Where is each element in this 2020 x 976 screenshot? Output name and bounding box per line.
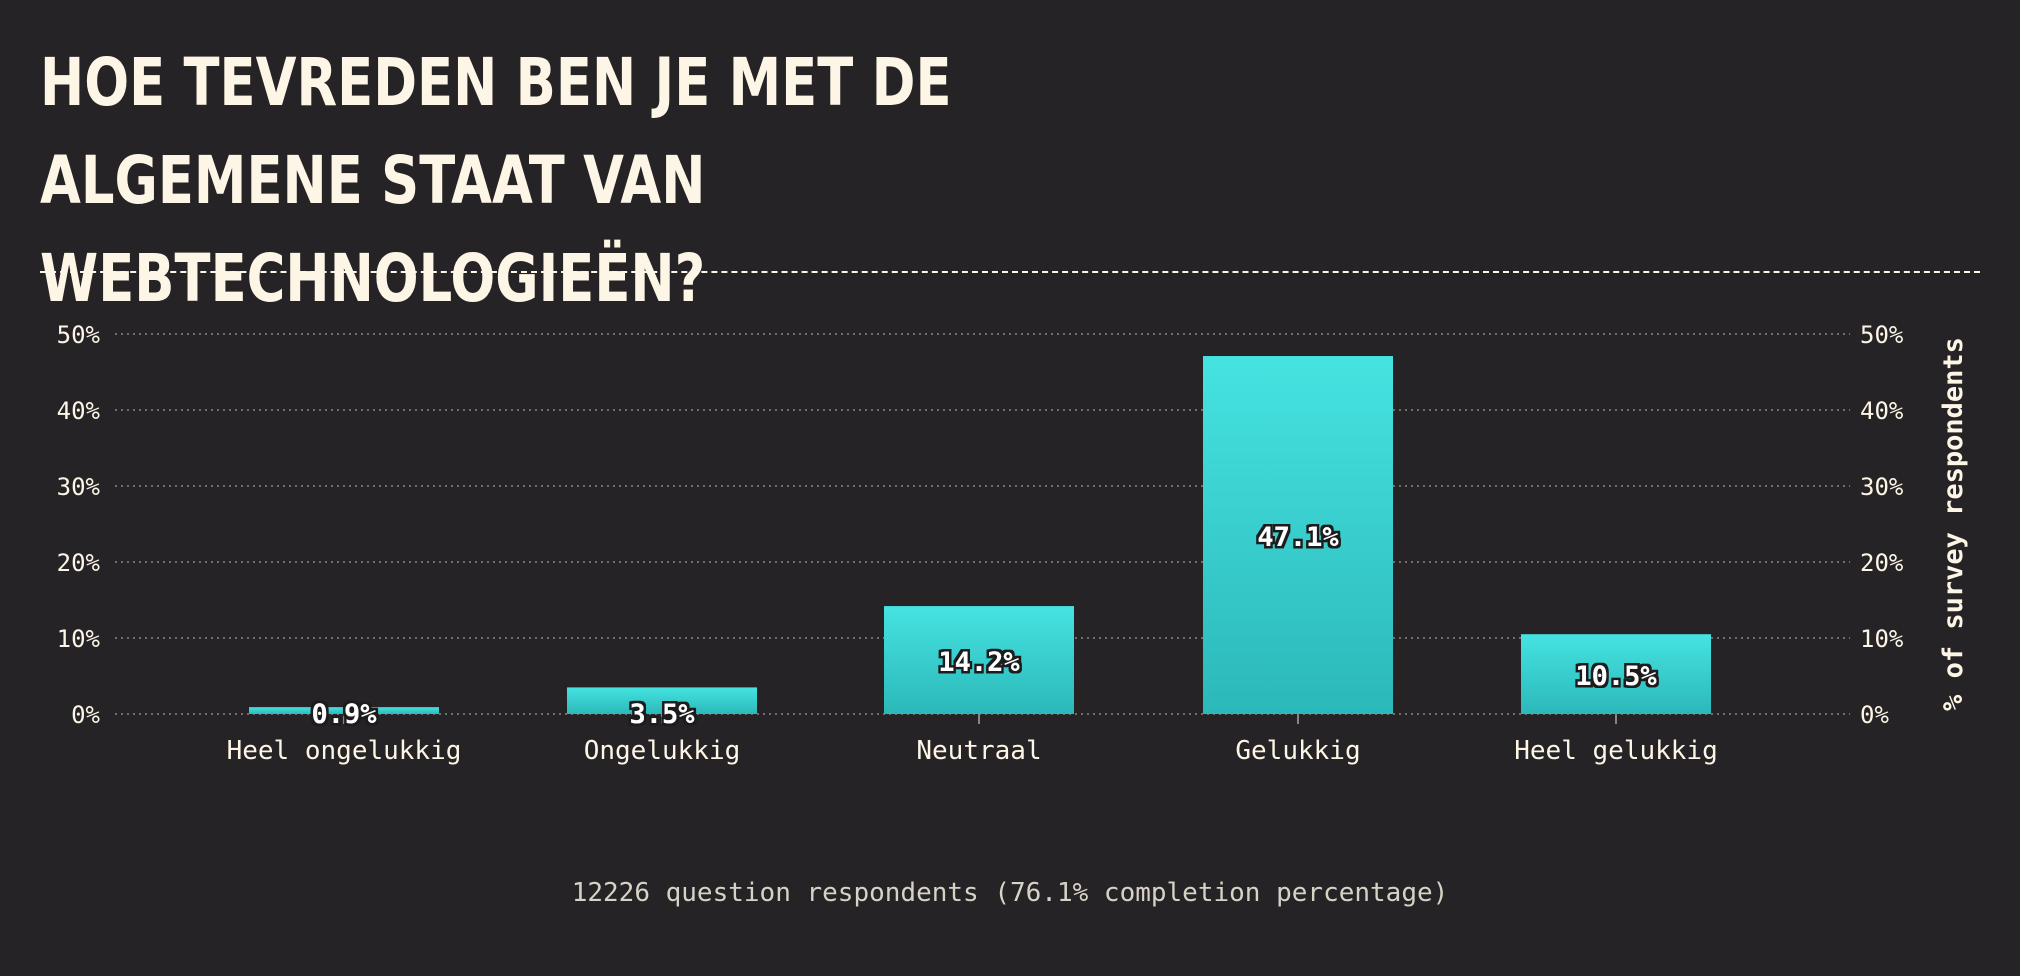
- x-tick-label: Ongelukkig: [584, 736, 741, 766]
- y-axis-label: % of survey respondents: [1938, 337, 1969, 711]
- y-tick-label-right: 0%: [1860, 701, 1889, 729]
- bar-value-label: 14.2%: [938, 647, 1020, 678]
- bar-value-label: 10.5%: [1575, 661, 1657, 692]
- x-tick-label: Neutraal: [916, 736, 1041, 766]
- y-tick-label-left: 30%: [57, 473, 101, 501]
- x-tick-label: Gelukkig: [1235, 736, 1360, 766]
- y-tick-label-right: 20%: [1860, 549, 1904, 577]
- y-tick-label-right: 40%: [1860, 397, 1904, 425]
- y-tick-label-left: 50%: [57, 321, 101, 349]
- y-tick-label-left: 40%: [57, 397, 101, 425]
- x-axis-ticks: Heel ongelukkig Ongelukkig Neutraal Gelukki…: [227, 714, 1718, 766]
- x-tick-label: Heel gelukkig: [1514, 736, 1718, 766]
- x-tick-label: Heel ongelukkig: [227, 736, 462, 766]
- bar-chart: 0% 0% 10% 10% 20% 20% 30% 30% 40% 40% 50% 50% Heel …: [57, 321, 1969, 766]
- respondents-footer: 12226 question respondents (76.1% comple…: [571, 878, 1449, 908]
- y-tick-label-right: 10%: [1860, 625, 1904, 653]
- bar-value-label: 3.5%: [629, 699, 695, 730]
- bar-value-label: 0.9%: [311, 699, 377, 730]
- y-tick-label-right: 30%: [1860, 473, 1904, 501]
- y-tick-label-right: 50%: [1860, 321, 1904, 349]
- bar-value-label: 47.1%: [1257, 522, 1339, 553]
- y-tick-label-left: 0%: [71, 701, 100, 729]
- y-tick-label-left: 10%: [57, 625, 101, 653]
- y-tick-label-left: 20%: [57, 549, 101, 577]
